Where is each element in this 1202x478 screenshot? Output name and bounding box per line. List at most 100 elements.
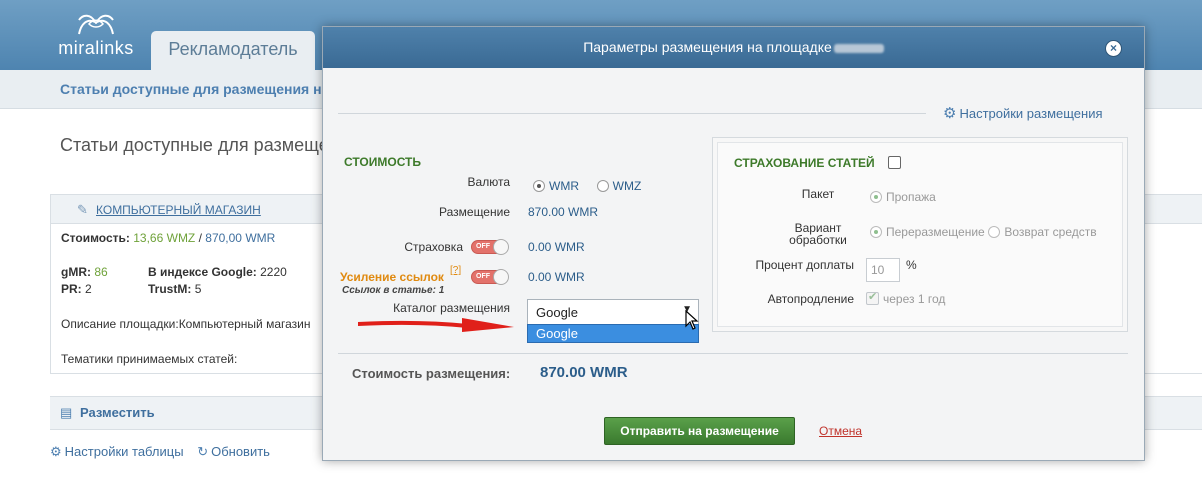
site-cost-wmr: 870,00 WMR <box>205 231 276 245</box>
close-icon[interactable]: × <box>1105 40 1122 57</box>
cost-section-title: СТОИМОСТЬ <box>344 155 422 169</box>
blurred-site-name <box>833 43 884 53</box>
gear-icon: ⚙ <box>50 444 62 459</box>
radio-wmr[interactable] <box>533 179 545 192</box>
radio-refund[interactable] <box>988 225 1001 238</box>
link-boost-label: Усиление ссылок <box>340 270 444 284</box>
link-boost-toggle-text: OFF <box>476 273 490 280</box>
links-in-article-note: Ссылок в статье: 1 <box>342 285 445 296</box>
stat-google-index-value: 2220 <box>260 265 287 279</box>
toggle-knob <box>493 239 509 255</box>
stat-google-index-label: В индексе Google: <box>148 265 257 279</box>
catalog-dropdown-option[interactable]: Google <box>527 324 699 343</box>
gear-icon: ⚙ <box>943 105 957 122</box>
logo-hands-icon <box>78 14 114 35</box>
processing-label-line2: обработки <box>789 233 847 247</box>
processing-options: Переразмещение Возврат средств <box>870 223 1097 239</box>
placement-value: 870.00 WMR <box>528 205 599 219</box>
logo-text: miralinks <box>58 38 134 58</box>
package-label: Пакет <box>801 187 835 201</box>
red-arrow-annotation-icon <box>358 318 514 332</box>
stat-trustm-label: TrustM: <box>148 282 192 296</box>
insurance-value: 0.00 WMR <box>528 240 585 254</box>
site-cost-separator: / <box>195 231 206 245</box>
refresh-icon: ↻ <box>197 444 209 459</box>
radio-wmz-label: WMZ <box>612 178 642 193</box>
insurance-panel: СТРАХОВАНИЕ СТАТЕЙ Пакет Пропажа Вариант… <box>712 137 1128 332</box>
insurance-toggle[interactable]: OFF <box>471 239 509 255</box>
placement-label: Размещение <box>439 205 510 219</box>
currency-label: Валюта <box>467 175 510 189</box>
stat-gmr-value: 86 <box>94 265 108 279</box>
package-option[interactable]: Пропажа <box>870 188 936 204</box>
table-settings-label: Настройки таблицы <box>64 444 184 459</box>
catalog-selected-value: Google <box>536 305 578 320</box>
insurance-toggle-text: OFF <box>476 243 490 250</box>
insurance-checkbox[interactable] <box>888 156 901 169</box>
percent-unit: % <box>906 258 917 272</box>
stat-google-index: В индексе Google: 2220 <box>148 265 287 279</box>
currency-radio-group: WMR WMZ <box>533 177 641 193</box>
insurance-panel-inner: СТРАХОВАНИЕ СТАТЕЙ Пакет Пропажа Вариант… <box>717 142 1123 327</box>
placement-settings-link[interactable]: ⚙ Настройки размещения <box>943 104 1103 122</box>
submit-placement-button[interactable]: Отправить на размещение <box>604 417 795 445</box>
catalog-select[interactable]: Google ▼ <box>527 299 699 325</box>
refresh-link[interactable]: ↻ Обновить <box>197 444 270 459</box>
radio-wmz[interactable] <box>596 179 609 192</box>
divider <box>338 113 926 114</box>
stat-pr-label: PR: <box>61 282 82 296</box>
dialog-title-text: Параметры размещения на площадке <box>583 39 832 55</box>
stat-gmr: gMR: 86 <box>61 265 108 279</box>
link-boost-value: 0.00 WMR <box>528 270 585 284</box>
processing-label: Вариант обработки <box>778 222 858 246</box>
table-settings-link[interactable]: ⚙ Настройки таблицы <box>50 444 184 459</box>
place-button[interactable]: Разместить <box>80 405 155 420</box>
insurance-label: Страховка <box>404 240 463 254</box>
autorenew-label: Автопродление <box>767 292 854 306</box>
miralinks-logo[interactable]: miralinks <box>58 10 134 66</box>
currency-option-wmz[interactable]: WMZ <box>596 177 642 193</box>
refresh-label: Обновить <box>211 444 270 459</box>
total-cost-label: Стоимость размещения: <box>352 366 511 381</box>
stat-pr-value: 2 <box>85 282 92 296</box>
placement-settings-label: Настройки размещения <box>959 106 1103 121</box>
stat-pr: PR: 2 <box>61 282 92 296</box>
site-cost-wmz: 13,66 WMZ <box>133 231 196 245</box>
processing-option-refund-label: Возврат средств <box>1004 224 1097 239</box>
page-title: Статьи доступные для размеще <box>60 135 329 155</box>
placement-dialog: Параметры размещения на площадке × ⚙ Наст… <box>322 26 1145 461</box>
cancel-link[interactable]: Отмена <box>819 424 862 438</box>
document-icon: ▤ <box>60 405 73 420</box>
radio-replace[interactable] <box>870 225 882 238</box>
help-link[interactable]: [?] <box>450 265 461 276</box>
stat-trustm-value: 5 <box>194 282 202 296</box>
link-boost-toggle[interactable]: OFF <box>471 269 509 285</box>
stat-gmr-label: gMR: <box>61 265 91 279</box>
toggle-knob <box>493 269 509 285</box>
package-value: Пропажа <box>886 189 936 204</box>
site-name-link[interactable]: КОМПЬЮТЕРНЫЙ МАГАЗИН <box>96 203 261 217</box>
divider <box>338 353 1128 354</box>
insurance-section-title: СТРАХОВАНИЕ СТАТЕЙ <box>734 156 875 170</box>
site-topics: Тематики принимаемых статей: <box>61 352 238 366</box>
surcharge-input[interactable]: 10 <box>866 258 900 282</box>
processing-option-replace-label: Переразмещение <box>886 224 985 239</box>
total-cost-value: 870.00 WMR <box>540 364 628 381</box>
catalog-option-google: Google <box>536 326 578 341</box>
autorenew-checkbox[interactable]: ✔ <box>866 291 879 305</box>
processing-option-refund[interactable]: Возврат средств <box>988 223 1097 239</box>
catalog-label: Каталог размещения <box>393 301 510 315</box>
site-description: Описание площадки:Компьютерный магазин <box>61 317 311 331</box>
currency-option-wmr[interactable]: WMR <box>533 177 579 193</box>
package-radio[interactable] <box>870 190 882 203</box>
subnav-title[interactable]: Статьи доступные для размещения н <box>60 81 322 97</box>
site-cost-label: Стоимость: <box>61 231 130 245</box>
processing-option-replace[interactable]: Переразмещение <box>870 223 985 239</box>
autorenew-value: через 1 год <box>883 292 946 306</box>
dialog-header: Параметры размещения на площадке × <box>323 27 1144 68</box>
radio-wmr-label: WMR <box>549 178 579 193</box>
tab-advertiser[interactable]: Рекламодатель <box>151 31 315 70</box>
edit-icon: ✎ <box>77 202 88 217</box>
table-links: ⚙ Настройки таблицы ↻ Обновить <box>50 444 280 460</box>
check-icon: ✔ <box>868 291 878 303</box>
